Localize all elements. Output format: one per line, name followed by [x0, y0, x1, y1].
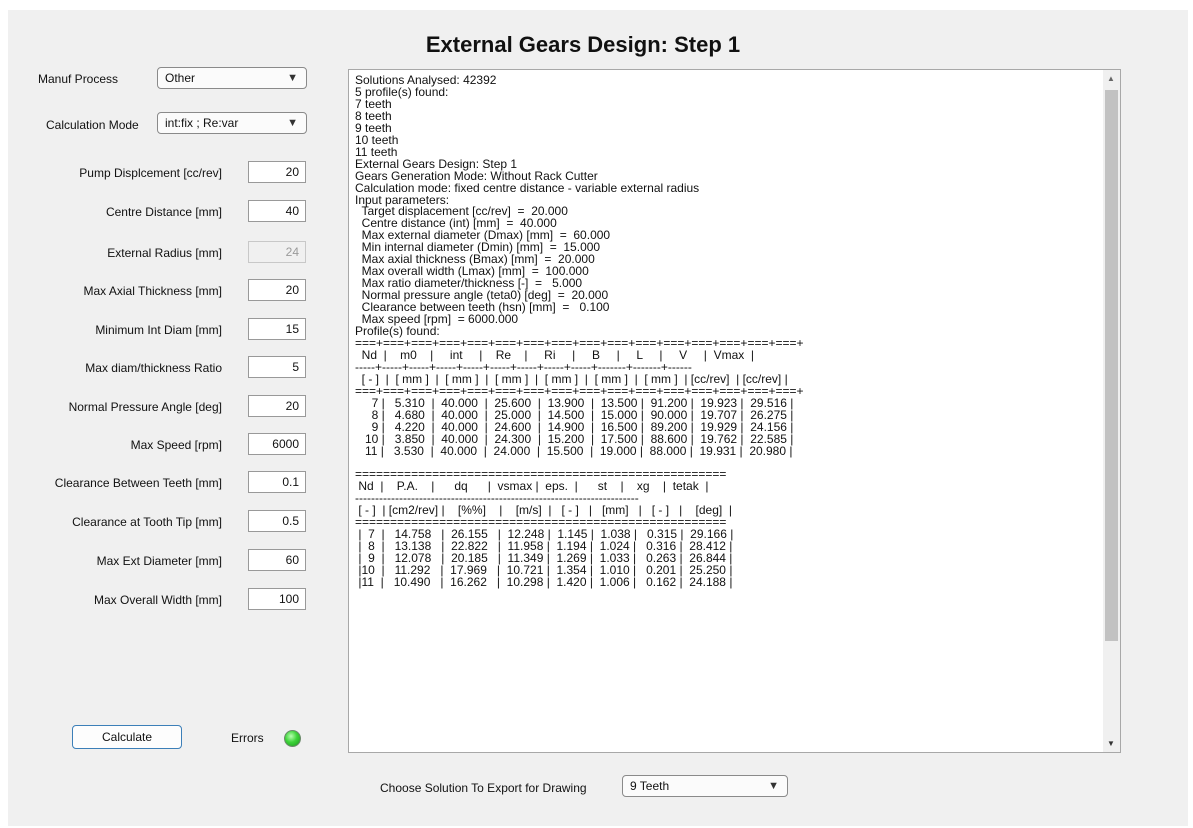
max-axial-thickness-field[interactable]: 20	[248, 279, 306, 301]
output-line: 7 teeth	[355, 96, 392, 111]
output-line: 5 profile(s) found:	[355, 84, 449, 99]
external-radius-label: External Radius [mm]	[107, 246, 222, 260]
results-textarea[interactable]: Solutions Analysed: 42392 5 profile(s) fo…	[348, 69, 1121, 753]
errors-status-indicator	[284, 730, 301, 747]
max-ext-diameter-label: Max Ext Diameter [mm]	[96, 554, 222, 568]
scroll-down-icon[interactable]: ▼	[1107, 739, 1115, 748]
output-line: |11 | 10.490 | 16.262 | 10.298 | 1.420 |…	[355, 575, 733, 590]
pump-displacement-label: Pump Displcement [cc/rev]	[79, 166, 222, 180]
clearance-tooth-tip-field[interactable]: 0.5	[248, 510, 306, 532]
max-ext-diameter-field[interactable]: 60	[248, 549, 306, 571]
max-diam-thickness-ratio-field[interactable]: 5	[248, 356, 306, 378]
export-solution-dropdown[interactable]: 9 Teeth ▼	[622, 775, 788, 797]
max-axial-thickness-label: Max Axial Thickness [mm]	[83, 284, 222, 298]
page-title: External Gears Design: Step 1	[425, 32, 741, 57]
vertical-scrollbar[interactable]: ▲ ▼	[1103, 70, 1120, 752]
calculate-button[interactable]: Calculate	[72, 725, 182, 749]
export-solution-value: 9 Teeth	[630, 779, 670, 793]
max-overall-width-field[interactable]: 100	[248, 588, 306, 610]
clearance-between-teeth-label: Clearance Between Teeth [mm]	[54, 476, 222, 490]
chevron-down-icon: ▼	[287, 117, 298, 129]
calc-mode-value: int:fix ; Re:var	[165, 116, 239, 130]
centre-distance-field[interactable]: 40	[248, 200, 306, 222]
scroll-up-icon[interactable]: ▲	[1107, 74, 1115, 83]
scrollbar-thumb[interactable]	[1105, 90, 1118, 641]
results-text: Solutions Analysed: 42392 5 profile(s) fo…	[355, 74, 804, 590]
clearance-between-teeth-field[interactable]: 0.1	[248, 471, 306, 493]
calc-mode-label: Calculation Mode	[46, 118, 139, 132]
normal-pressure-angle-label: Normal Pressure Angle [deg]	[68, 400, 222, 414]
chevron-down-icon: ▼	[768, 780, 779, 792]
output-line: 9 teeth	[355, 120, 392, 135]
min-int-diam-label: Minimum Int Diam [mm]	[95, 323, 222, 337]
manuf-process-value: Other	[165, 71, 196, 85]
output-line: 10 teeth	[355, 132, 399, 147]
max-speed-field[interactable]: 6000	[248, 433, 306, 455]
calc-mode-dropdown[interactable]: int:fix ; Re:var ▼	[157, 112, 307, 134]
app-window: External Gears Design: Step 1 Manuf Proc…	[8, 10, 1188, 826]
output-line: 8 teeth	[355, 108, 392, 123]
normal-pressure-angle-field[interactable]: 20	[248, 395, 306, 417]
output-line: 11 | 3.530 | 40.000 | 24.000 | 15.500 | …	[355, 443, 793, 458]
centre-distance-label: Centre Distance [mm]	[105, 205, 222, 219]
errors-label: Errors	[231, 731, 264, 745]
min-int-diam-field[interactable]: 15	[248, 318, 306, 340]
clearance-tooth-tip-label: Clearance at Tooth Tip [mm]	[72, 515, 222, 529]
max-speed-label: Max Speed [rpm]	[130, 438, 222, 452]
max-diam-thickness-ratio-label: Max diam/thickness Ratio	[85, 361, 222, 375]
export-label: Choose Solution To Export for Drawing	[380, 781, 587, 795]
pump-displacement-field[interactable]: 20	[248, 161, 306, 183]
manuf-process-label: Manuf Process	[38, 72, 119, 86]
chevron-down-icon: ▼	[287, 72, 298, 84]
external-radius-field: 24	[248, 241, 306, 263]
manuf-process-dropdown[interactable]: Other ▼	[157, 67, 307, 89]
max-overall-width-label: Max Overall Width [mm]	[93, 593, 222, 607]
